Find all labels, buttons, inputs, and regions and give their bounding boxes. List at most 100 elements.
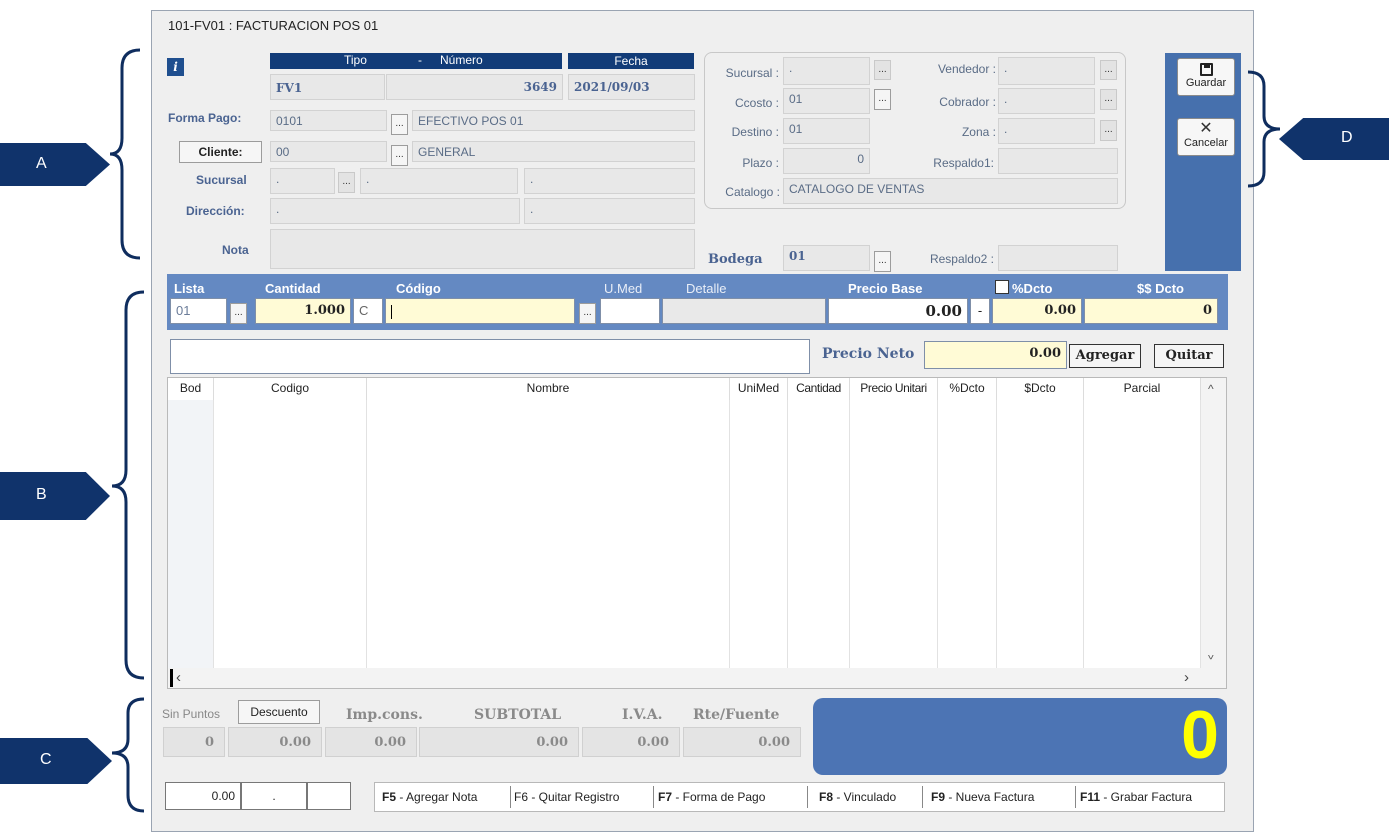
sucursal-right-field[interactable]: .: [783, 57, 870, 85]
fecha-header-label: Fecha: [568, 53, 694, 69]
col-header-bod[interactable]: Bod: [168, 378, 214, 400]
respaldo2-field[interactable]: [998, 245, 1118, 271]
sucursal-right-lookup-button[interactable]: ...: [874, 60, 891, 80]
footer-empty-field[interactable]: [307, 782, 351, 810]
zona-field[interactable]: .: [998, 118, 1095, 144]
descuento-value: 0.00: [228, 727, 322, 757]
precio-neto-field: 0.00: [924, 341, 1067, 369]
ccosto-lookup-button[interactable]: ...: [874, 89, 891, 110]
f11-shortcut[interactable]: F11 - Grabar Factura: [1080, 790, 1192, 804]
lista-lookup-button[interactable]: ...: [230, 303, 247, 324]
f8-shortcut[interactable]: F8 - Vinculado: [819, 790, 896, 804]
separator: [807, 786, 808, 808]
cantidad-input[interactable]: 1.000: [255, 298, 351, 324]
scroll-up-icon[interactable]: ^: [1208, 382, 1214, 396]
col-header-pct-dcto[interactable]: %Dcto: [938, 378, 997, 400]
quitar-button[interactable]: Quitar: [1154, 344, 1224, 368]
numero-field: 3649: [386, 74, 563, 100]
respaldo1-field[interactable]: [998, 148, 1118, 174]
cancel-x-icon: ✕: [1199, 120, 1213, 137]
cancelar-label: Cancelar: [1183, 137, 1229, 149]
agregar-button[interactable]: Agregar: [1069, 344, 1141, 368]
col-header-precio-unitario[interactable]: Precio Unitari: [850, 378, 938, 400]
nota-field[interactable]: [270, 229, 695, 269]
cliente-code-field[interactable]: 00: [270, 141, 387, 162]
f7-shortcut[interactable]: F7 - Forma de Pago: [658, 790, 765, 804]
footer-amount-field[interactable]: 0.00: [165, 782, 241, 810]
col-header-nombre[interactable]: Nombre: [367, 378, 730, 400]
footer-dot-field[interactable]: .: [241, 782, 307, 810]
scroll-left-icon[interactable]: ‹: [176, 669, 181, 686]
dollar-dcto-input[interactable]: 0: [1084, 298, 1218, 324]
sucursal-field-2: .: [360, 168, 518, 194]
col-line: [997, 400, 1084, 668]
guardar-button[interactable]: Guardar: [1177, 58, 1235, 96]
cancelar-button[interactable]: ✕ Cancelar: [1177, 118, 1235, 156]
sucursal-lookup-button[interactable]: ...: [338, 172, 355, 193]
f5-shortcut[interactable]: F5 - Agregar Nota: [382, 790, 477, 804]
cobrador-field[interactable]: .: [998, 88, 1095, 114]
col-header-cantidad[interactable]: Cantidad: [788, 378, 850, 400]
col-header-parcial[interactable]: Parcial: [1084, 378, 1201, 400]
brace-b: [111, 290, 145, 680]
forma-pago-name-field: EFECTIVO POS 01: [412, 110, 695, 131]
info-icon[interactable]: i: [167, 58, 184, 76]
umed-input[interactable]: [600, 298, 660, 324]
forma-pago-code-field[interactable]: 0101: [270, 110, 387, 131]
row-indicator: [170, 669, 173, 687]
dash-header-label: -: [418, 53, 422, 67]
f9-shortcut[interactable]: F9 - Nueva Factura: [931, 790, 1034, 804]
plazo-field[interactable]: 0: [783, 148, 870, 174]
fecha-field: 2021/09/03: [568, 74, 695, 100]
scroll-right-icon[interactable]: ›: [1184, 669, 1189, 686]
lista-input[interactable]: 01: [170, 298, 227, 324]
codigo-input[interactable]: [385, 298, 575, 324]
imp-cons-value: 0.00: [325, 727, 417, 757]
cliente-button[interactable]: Cliente:: [179, 141, 262, 163]
scroll-down-icon[interactable]: ^: [1208, 648, 1214, 662]
codigo-lookup-button[interactable]: ...: [579, 303, 596, 324]
text-cursor: [391, 304, 392, 319]
vendedor-field[interactable]: .: [998, 57, 1095, 85]
ccosto-field[interactable]: 01: [783, 88, 870, 114]
grand-total-value: 0: [1181, 697, 1219, 773]
destino-field[interactable]: 01: [783, 118, 870, 144]
vertical-scrollbar[interactable]: [1201, 378, 1226, 668]
tipo-field: FV1: [270, 74, 385, 100]
callout-c: C: [0, 738, 112, 784]
brace-c: [111, 697, 145, 813]
col-line: [850, 400, 938, 668]
items-grid[interactable]: Bod Codigo Nombre UniMed Cantidad Precio…: [167, 377, 1227, 689]
col-header-unimed[interactable]: UniMed: [730, 378, 788, 400]
f6-shortcut[interactable]: F6 - Quitar Registro: [514, 790, 619, 804]
function-keys-bar: F5 - Agregar Nota F6 - Quitar Registro F…: [374, 782, 1225, 812]
pct-dcto-checkbox[interactable]: [995, 280, 1009, 294]
subtotal-value: 0.00: [419, 727, 579, 757]
sucursal-field-1[interactable]: .: [270, 168, 335, 194]
col-line: [367, 400, 730, 668]
col-header-dollar-dcto[interactable]: $Dcto: [997, 378, 1084, 400]
precio-base-input[interactable]: 0.00: [828, 298, 968, 324]
vendedor-lookup-button[interactable]: ...: [1100, 60, 1117, 80]
tipo-numero-header: [270, 53, 562, 69]
cliente-name-field: GENERAL: [412, 141, 695, 162]
precio-base-label: Precio Base: [848, 281, 923, 296]
cantidad-label: Cantidad: [265, 281, 321, 296]
item-description-field[interactable]: [170, 339, 810, 374]
catalogo-field: CATALOGO DE VENTAS: [783, 178, 1118, 204]
horizontal-scrollbar[interactable]: [168, 668, 1226, 688]
separator: [922, 786, 923, 808]
pct-dcto-input[interactable]: 0.00: [992, 298, 1082, 324]
zona-lookup-button[interactable]: ...: [1100, 120, 1117, 141]
direccion-label: Dirección:: [186, 204, 245, 218]
descuento-button[interactable]: Descuento: [238, 700, 320, 724]
cliente-lookup-button[interactable]: ...: [391, 145, 408, 166]
bodega-field[interactable]: 01: [783, 245, 870, 271]
col-header-codigo[interactable]: Codigo: [214, 378, 367, 400]
cobrador-lookup-button[interactable]: ...: [1100, 89, 1117, 110]
nota-label: Nota: [222, 243, 249, 257]
unit-c-input[interactable]: C: [353, 298, 383, 324]
forma-pago-lookup-button[interactable]: ...: [391, 114, 408, 135]
catalogo-label: Catalogo :: [725, 185, 780, 199]
bodega-lookup-button[interactable]: ...: [874, 251, 891, 272]
